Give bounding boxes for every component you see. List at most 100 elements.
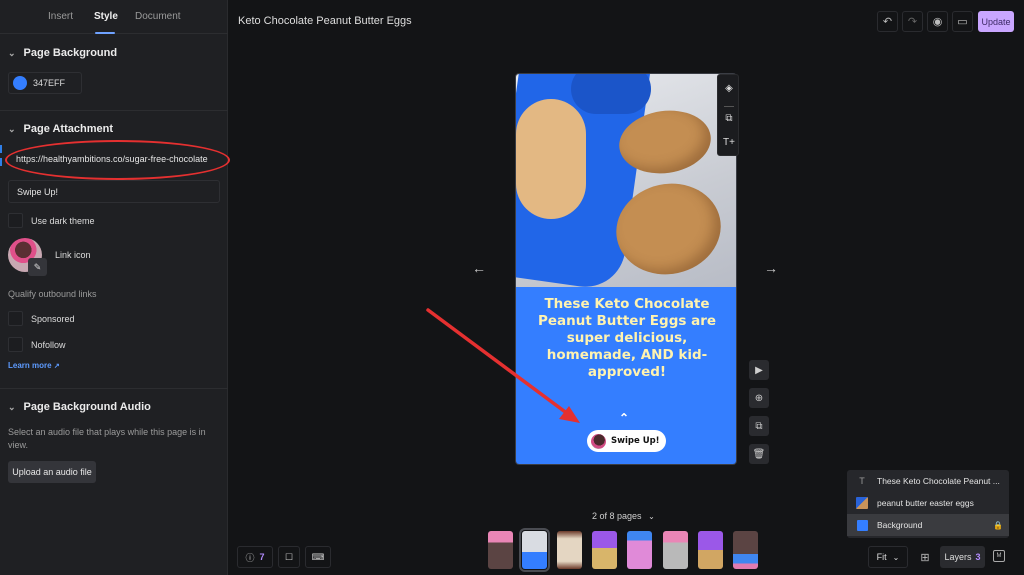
element-toolbar: ◈ ⧉ T+ [717,74,739,156]
layers-toggle-button[interactable]: Layers 3 [940,546,985,568]
play-icon: ▶ [755,364,763,376]
chevron-down-icon: ⌄ [8,401,16,412]
redo-button[interactable]: ↷ [902,11,923,32]
sponsored-label: Sponsored [31,313,75,324]
nofollow-checkbox[interactable] [8,337,23,352]
zoom-label: Fit [876,552,887,562]
section-title: Page Background [23,47,118,59]
story-title: Keto Chocolate Peanut Butter Eggs [238,15,412,27]
color-swatch [13,76,27,90]
replace-media-icon[interactable]: ⧉ [718,113,740,124]
swipe-up-label: Swipe Up! [611,436,660,446]
keyboard-shortcuts-button[interactable]: ⌨ [305,546,331,568]
add-page-button[interactable]: ⊕ [749,388,769,408]
focus-marker [0,145,2,153]
sponsored-checkbox[interactable] [8,311,23,326]
previous-page-arrow[interactable]: ← [472,260,486,276]
learn-more-text: Learn more [8,361,52,370]
qualify-links-label: Qualify outbound links [8,289,97,299]
layer-item-background[interactable]: Background 🔒 [847,514,1009,536]
layer-label: Background [877,520,923,530]
next-page-arrow[interactable]: → [764,260,778,276]
sidebar-tabs: Insert Style Document [0,0,228,34]
help-icon: ⓘ [245,552,255,563]
headline-text[interactable]: These Keto Chocolate Peanut Butter Eggs … [528,296,726,381]
page-attachment-cta[interactable]: Swipe Up! [587,430,666,452]
page-thumbnail-2[interactable] [519,528,550,572]
peanut-butter-eggs-image[interactable] [516,74,736,287]
keyboard-icon: ⌨ [311,551,325,562]
image-layer-icon [847,497,877,509]
zoom-fit-dropdown[interactable]: Fit ⌄ [868,546,908,568]
nofollow-label: Nofollow [31,339,66,350]
link-icon-avatar [591,433,606,449]
page-attachment-header[interactable]: ⌄ Page Attachment [8,123,113,135]
story-editor: Insert Style Document ⌄ Page Background … [0,0,1024,575]
learn-more-link[interactable]: Learn more ↗ [8,361,60,370]
help-count: 7 [259,552,265,562]
layers-count: 3 [975,552,981,562]
pencil-icon[interactable]: ✎ [28,258,47,276]
style-sidebar: Insert Style Document ⌄ Page Background … [0,0,230,575]
lock-icon[interactable]: 🔒 [993,521,1003,530]
layer-item-image[interactable]: peanut butter easter eggs [847,492,1009,514]
sponsored-row: Sponsored [8,311,75,326]
tab-style[interactable]: Style [94,11,118,22]
chevron-down-icon: ⌄ [648,512,655,521]
page-thumbnail-7[interactable] [698,531,723,569]
page-thumbnail-4[interactable] [592,531,617,569]
section-divider [0,388,228,389]
fill-bucket-icon[interactable]: ◈ [718,83,740,94]
page-thumbnail-1[interactable] [488,531,513,569]
page-thumbnail-3[interactable] [557,531,582,569]
update-button[interactable]: Update [978,11,1014,32]
layer-label: peanut butter easter eggs [877,498,974,508]
cta-text-input[interactable]: Swipe Up! [8,180,220,203]
undo-button[interactable]: ↶ [877,11,898,32]
page-count-label: 2 of 8 pages [592,511,642,521]
page-audio-header[interactable]: ⌄ Page Background Audio [8,401,151,413]
checklist-button[interactable]: ▭ [952,11,973,32]
layer-item-text[interactable]: T These Keto Chocolate Peanut ... [847,470,1009,492]
dark-theme-label: Use dark theme [31,215,95,226]
page-count-dropdown[interactable]: 2 of 8 pages ⌄ [592,511,655,521]
help-center-button[interactable]: ⓘ 7 [237,546,273,568]
text-layer-icon: T [859,476,865,486]
m-icon[interactable]: M [993,550,1005,562]
add-text-icon[interactable]: T+ [718,137,740,148]
preview-button[interactable]: ◉ [927,11,948,32]
chevron-down-icon: ⌄ [892,552,900,562]
page-thumbnail-6[interactable] [663,531,688,569]
story-page[interactable]: These Keto Chocolate Peanut Butter Eggs … [515,73,737,465]
checklist-icon: ☐ [284,551,294,562]
layers-label: Layers [944,552,972,562]
play-animation-button[interactable]: ▶ [749,360,769,380]
toolbar-divider [724,106,734,107]
background-color-picker[interactable]: 347EFF [8,72,82,94]
plus-circle-icon: ⊕ [754,392,764,404]
page-thumbnail-8[interactable] [733,531,758,569]
color-hex-value: 347EFF [33,78,66,88]
trash-icon: 🗑 [752,448,766,460]
tab-insert[interactable]: Insert [48,11,73,22]
background-layer-icon [847,519,877,531]
mold-cup [516,99,586,219]
chevron-up-icon: ⌃ [619,411,630,425]
checklist-footer-button[interactable]: ☐ [278,546,300,568]
page-background-block: These Keto Chocolate Peanut Butter Eggs … [516,287,736,464]
tab-document[interactable]: Document [135,11,181,22]
focus-marker [0,158,2,166]
chevron-down-icon: ⌄ [8,123,16,134]
external-link-icon: ↗ [53,363,60,370]
audio-description: Select an audio file that plays while th… [8,427,206,450]
page-thumbnail-5[interactable] [627,531,652,569]
dark-theme-checkbox[interactable] [8,213,23,228]
upload-audio-button[interactable]: Upload an audio file [8,461,96,483]
duplicate-page-button[interactable]: ⧉ [749,416,769,436]
page-background-header[interactable]: ⌄ Page Background [8,47,117,59]
grid-view-icon[interactable]: ⊞ [917,548,933,566]
delete-page-button[interactable]: 🗑 [749,444,769,464]
section-title: Page Background Audio [23,401,151,413]
attachment-url-input[interactable]: https://healthyambitions.co/sugar-free-c… [8,148,220,170]
link-icon-label: Link icon [55,250,91,260]
